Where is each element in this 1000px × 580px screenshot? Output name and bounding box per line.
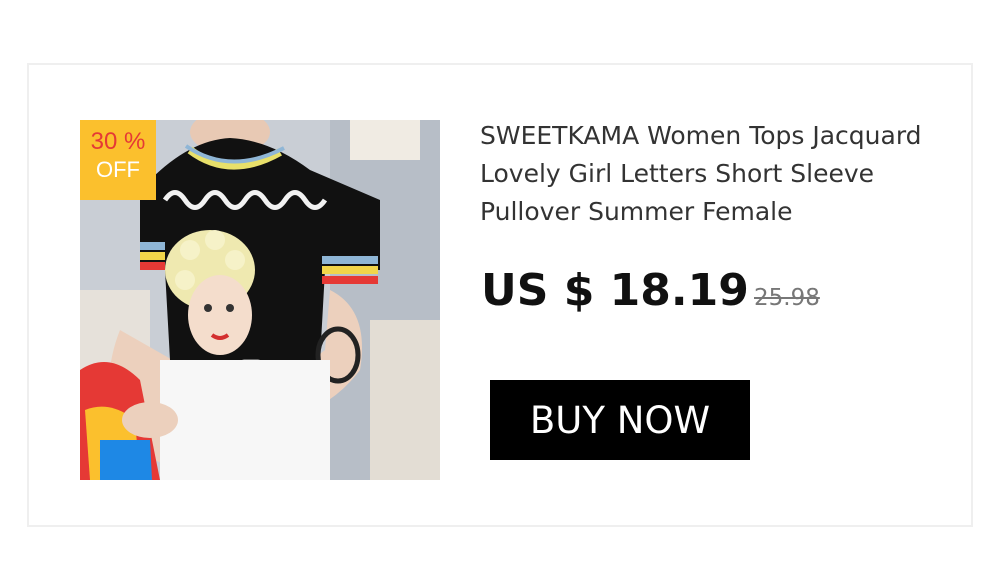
discount-off-label: OFF [96,157,140,182]
discount-badge: 30 % OFF [80,120,156,200]
buy-now-button[interactable]: BUY NOW [490,380,750,460]
product-title[interactable]: SWEETKAMA Women Tops Jacquard Lovely Gir… [480,117,950,231]
current-price: US $ 18.19 [481,265,749,316]
original-price: 25.98 [754,285,820,311]
discount-percent: 30 % [90,128,146,155]
